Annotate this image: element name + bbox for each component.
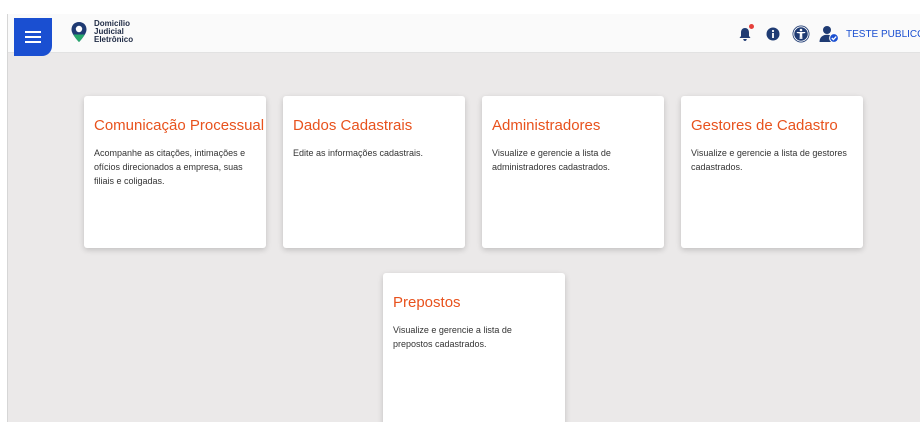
card-comunicacao-processual[interactable]: Comunicação Processual Acompanhe as cita… — [84, 96, 266, 248]
card-description: Visualize e gerencie a lista de preposto… — [393, 325, 512, 349]
card-prepostos[interactable]: Prepostos Visualize e gerencie a lista d… — [383, 273, 565, 422]
user-profile-button[interactable] — [818, 23, 840, 45]
card-description: Visualize e gerencie a lista de administ… — [492, 148, 611, 172]
card-title: Gestores de Cadastro — [691, 117, 838, 134]
card-description: Acompanhe as citações, intimações e ofíc… — [94, 148, 246, 186]
notification-dot — [749, 24, 754, 29]
card-title: Prepostos — [393, 294, 461, 311]
location-pin-logo-icon — [71, 22, 87, 42]
app-logo[interactable]: Domicílio Judicial Eletrônico — [70, 20, 133, 44]
info-icon — [766, 27, 780, 41]
menu-button[interactable] — [14, 18, 52, 56]
user-check-icon — [819, 26, 839, 43]
user-name[interactable]: TESTE PUBLICO 45.2 — [846, 29, 920, 40]
top-bar: Domicílio Judicial Eletrônico TESTE PUBL… — [8, 14, 920, 56]
card-description: Edite as informações cadastrais. — [293, 148, 424, 158]
info-button[interactable] — [762, 23, 784, 45]
header-actions: TESTE PUBLICO 45.2 — [728, 23, 920, 45]
card-title: Administradores — [492, 117, 601, 134]
card-dados-cadastrais[interactable]: Dados Cadastrais Edite as informações ca… — [283, 96, 465, 248]
card-title: Comunicação Processual — [94, 117, 265, 134]
card-administradores[interactable]: Administradores Visualize e gerencie a l… — [482, 96, 664, 248]
menu-icon — [25, 31, 41, 43]
card-description: Visualize e gerencie a lista de gestores… — [691, 148, 847, 172]
card-gestores-de-cadastro[interactable]: Gestores de Cadastro Visualize e gerenci… — [681, 96, 863, 248]
notifications-button[interactable] — [734, 23, 756, 45]
accessibility-icon — [792, 25, 810, 43]
card-title: Dados Cadastrais — [293, 117, 413, 134]
logo-text: Domicílio Judicial Eletrônico — [94, 20, 133, 44]
app-frame: Domicílio Judicial Eletrônico TESTE PUBL… — [8, 14, 920, 422]
logo-line-3: Eletrônico — [94, 35, 134, 44]
accessibility-button[interactable] — [790, 23, 812, 45]
